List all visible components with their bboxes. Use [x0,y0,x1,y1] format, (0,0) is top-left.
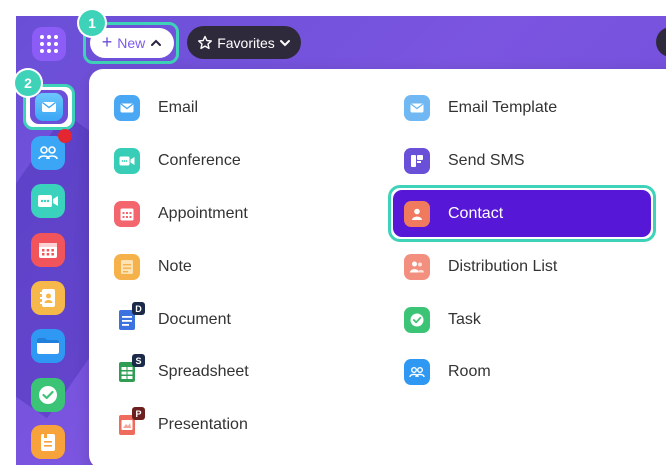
menu-item-document[interactable]: D Document [114,299,231,341]
document-icon: D [114,302,145,333]
menu-item-presentation[interactable]: P Presentation [114,404,248,446]
menu-item-distribution-list[interactable]: Distribution List [404,246,557,288]
sidebar-item-notes[interactable] [31,425,65,459]
sidebar-item-tasks[interactable] [31,378,65,412]
menu-item-task[interactable]: Task [404,299,481,341]
star-icon [198,35,213,49]
address-book-icon [40,289,55,307]
new-button[interactable]: + New [90,28,174,58]
distribution-list-icon [404,254,430,280]
menu-item-spreadsheet[interactable]: S Spreadsheet [114,351,249,393]
envelope-template-icon [404,95,430,121]
step-badge-2: 2 [15,70,41,96]
spreadsheet-icon: S [114,354,145,385]
sms-icon [404,148,430,174]
mail-icon [35,93,63,121]
menu-item-send-sms[interactable]: Send SMS [404,140,524,182]
menu-item-email-template[interactable]: Email Template [404,87,557,129]
people-icon [38,146,58,160]
menu-item-conference[interactable]: Conference [114,140,241,182]
grid-icon [40,35,58,53]
menu-item-note[interactable]: Note [114,246,192,288]
menu-item-email[interactable]: Email [114,87,198,129]
calendar-icon [114,201,140,227]
sidebar-item-address-book[interactable] [31,281,65,315]
folder-icon [37,338,59,354]
new-button-label: New [117,35,146,51]
favorites-button[interactable]: Favorites [187,26,301,59]
contact-icon [404,201,430,227]
menu-item-room[interactable]: Room [404,351,491,393]
video-icon [114,148,140,174]
chevron-up-icon [151,39,162,46]
sidebar-item-calendar[interactable] [31,233,65,267]
sidebar-item-files[interactable] [31,329,65,363]
plus-icon: + [101,32,113,52]
task-icon [404,307,430,333]
notification-dot [58,129,72,143]
chevron-down-icon [279,39,290,46]
presentation-icon: P [114,407,145,438]
menu-item-appointment[interactable]: Appointment [114,193,248,235]
sidebar-item-conference[interactable] [31,184,65,218]
menu-item-contact[interactable]: Contact [404,193,503,235]
calendar-icon [39,243,57,258]
favorites-label: Favorites [217,34,275,51]
app-launcher-button[interactable] [32,27,66,61]
envelope-icon [114,95,140,121]
step-badge-1: 1 [79,10,105,36]
note-icon [114,254,140,280]
check-circle-icon [39,386,57,404]
room-icon [404,359,430,385]
video-camera-icon [38,195,58,207]
note-icon [41,433,55,451]
